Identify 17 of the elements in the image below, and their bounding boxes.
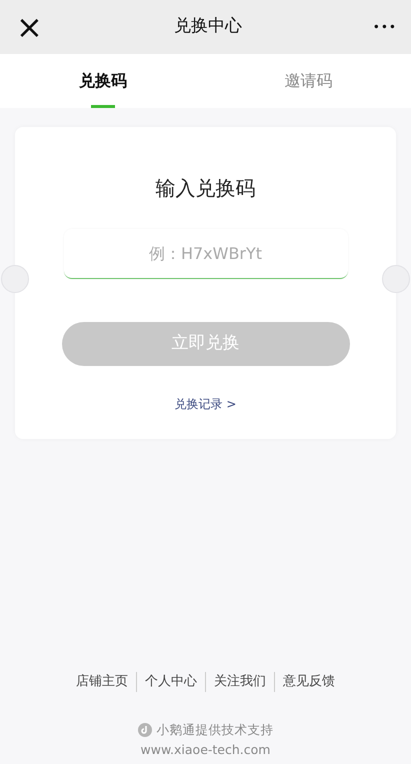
code-input-field[interactable]: 例：H7xWBrYt [64, 229, 348, 279]
footer-link[interactable]: 店铺主页 [68, 672, 136, 692]
redeem-history-link[interactable]: 兑换记录 > [174, 395, 236, 413]
more-button[interactable]: ••• [372, 18, 397, 36]
footer-link[interactable]: 关注我们 [205, 672, 274, 692]
website-text: www.xiaoe-tech.com [140, 741, 270, 760]
page-title: 兑换中心 [174, 15, 242, 38]
support-text: 小鹅通提供技术支持 [156, 720, 274, 738]
logo-icon [138, 722, 152, 737]
tab[interactable]: 兑换码 [0, 54, 206, 108]
footer-link[interactable]: 意见反馈 [274, 672, 343, 692]
ticket-notch [1, 265, 29, 293]
footer-link[interactable]: 个人中心 [136, 672, 205, 692]
close-button[interactable]: × [16, 11, 43, 43]
ticket-notch [382, 265, 410, 293]
tab[interactable]: 邀请码 [206, 54, 411, 108]
card-heading: 输入兑换码 [156, 175, 256, 202]
